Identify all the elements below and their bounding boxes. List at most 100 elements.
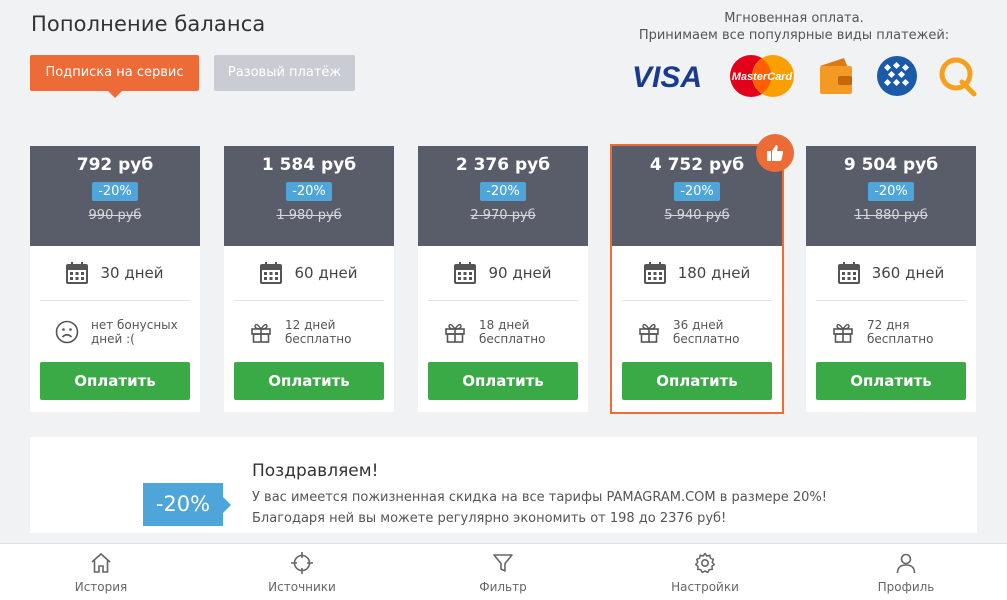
nav-profile[interactable]: Профиль xyxy=(846,544,966,600)
bonus-line1: 18 дней xyxy=(479,317,530,332)
thumbs-up-icon xyxy=(767,145,784,161)
bonus-row: нет бонусных дней :( xyxy=(30,301,200,362)
nav-settings[interactable]: Настройки xyxy=(645,544,765,600)
home-icon xyxy=(91,552,111,573)
calendar-icon xyxy=(260,262,283,284)
nav-history[interactable]: История xyxy=(41,544,161,600)
card-price: 9 504 руб xyxy=(843,155,939,175)
discount-badge: -20% xyxy=(286,182,332,201)
congrats-line1: У вас имеется пожизненная скидка на все … xyxy=(252,490,827,505)
old-price: 11 880 руб xyxy=(854,208,928,223)
nav-filter[interactable]: Фильтр xyxy=(443,544,563,600)
sad-face-icon xyxy=(55,320,79,343)
pay-button[interactable]: Оплатить xyxy=(234,362,384,400)
old-price: 1 980 руб xyxy=(276,208,342,223)
tariff-card-90: 2 376 руб -20% 2 970 руб 90 дней 18 дней… xyxy=(418,146,588,412)
congrats-line2: Благодаря ней вы можете регулярно эконом… xyxy=(252,511,727,526)
bonus-line2: дней :( xyxy=(91,331,135,346)
pay-button[interactable]: Оплатить xyxy=(622,362,772,400)
card-header: 792 руб -20% 990 руб xyxy=(30,146,200,246)
bonus-line1: 72 дня xyxy=(867,317,910,332)
old-price: 5 940 руб xyxy=(664,208,730,223)
mastercard-logo: MasterCard xyxy=(727,54,797,98)
discount-badge: -20% xyxy=(868,182,914,201)
bonus-line1: 36 дней xyxy=(673,317,724,332)
recommended-badge xyxy=(756,134,794,172)
old-price: 990 руб xyxy=(88,208,142,223)
calendar-icon xyxy=(454,262,477,284)
page-title: Пополнение баланса xyxy=(31,12,266,36)
wallet-logo xyxy=(816,54,856,98)
tab-subscription[interactable]: Подписка на сервис xyxy=(30,55,199,98)
discount-badge: -20% xyxy=(480,182,526,201)
svg-text:VISA: VISA xyxy=(632,61,702,94)
bonus-line2: бесплатно xyxy=(867,331,934,346)
days-label: 90 дней xyxy=(488,264,552,282)
bonus-line2: бесплатно xyxy=(479,331,546,346)
gift-icon xyxy=(445,323,465,343)
crosshair-icon xyxy=(291,552,313,574)
days-row: 180 дней xyxy=(622,246,772,301)
qiwi-logo xyxy=(938,54,978,98)
tab-one-time-payment[interactable]: Разовый платёж xyxy=(214,55,355,91)
days-row: 60 дней xyxy=(234,246,384,301)
card-price: 792 руб xyxy=(76,155,154,175)
user-icon xyxy=(896,553,916,574)
bonus-row: 72 дня бесплатно xyxy=(806,301,976,362)
discount-badge: -20% xyxy=(674,182,720,201)
card-header: 1 584 руб -20% 1 980 руб xyxy=(224,146,394,246)
bonus-line2: бесплатно xyxy=(285,331,352,346)
card-header: 9 504 руб -20% 11 880 руб xyxy=(806,146,976,246)
discount-badge: -20% xyxy=(92,182,138,201)
payment-info-line1: Мгновенная оплата. xyxy=(724,11,864,26)
bonus-line2: бесплатно xyxy=(673,331,740,346)
days-row: 30 дней xyxy=(40,246,190,301)
old-price: 2 970 руб xyxy=(470,208,536,223)
bonus-row: 36 дней бесплатно xyxy=(612,301,782,362)
bottom-navigation: История Источники Фильтр Настройки Профи… xyxy=(0,543,1007,600)
nav-sources[interactable]: Источники xyxy=(242,544,362,600)
days-label: 360 дней xyxy=(871,264,945,282)
bonus-row: 12 дней бесплатно xyxy=(224,301,394,362)
days-row: 90 дней xyxy=(428,246,578,301)
bonus-line1: 12 дней xyxy=(285,317,336,332)
lifetime-discount-panel: -20% Поздравляем! У вас имеется пожизнен… xyxy=(30,437,977,533)
nav-label: Фильтр xyxy=(479,580,527,594)
bonus-row: 18 дней бесплатно xyxy=(418,301,588,362)
payment-logos: VISA MasterCard xyxy=(626,54,978,98)
card-header: 2 376 руб -20% 2 970 руб xyxy=(418,146,588,246)
lifetime-discount-badge: -20% xyxy=(143,483,231,526)
payment-info-line2: Принимаем все популярные виды платежей: xyxy=(638,28,950,43)
pay-button[interactable]: Оплатить xyxy=(816,362,966,400)
calendar-icon xyxy=(66,262,89,284)
visa-logo: VISA xyxy=(626,54,708,98)
days-label: 180 дней xyxy=(677,264,751,282)
gift-icon xyxy=(639,323,659,343)
tariff-card-60: 1 584 руб -20% 1 980 руб 60 дней 12 дней… xyxy=(224,146,394,412)
tariff-card-180: 4 752 руб -20% 5 940 руб 180 дней 36 дне… xyxy=(610,144,784,414)
gift-icon xyxy=(251,323,271,343)
calendar-icon xyxy=(643,262,666,284)
card-header: 4 752 руб -20% 5 940 руб xyxy=(612,146,782,246)
tariff-card-30: 792 руб -20% 990 руб 30 дней нет бонусны… xyxy=(30,146,200,412)
nav-label: Источники xyxy=(268,580,336,594)
bonus-line1: нет бонусных xyxy=(91,317,178,332)
calendar-icon xyxy=(837,262,860,284)
pay-button[interactable]: Оплатить xyxy=(40,362,190,400)
pay-button[interactable]: Оплатить xyxy=(428,362,578,400)
gift-icon xyxy=(833,323,853,343)
days-label: 60 дней xyxy=(294,264,358,282)
nav-label: История xyxy=(74,580,128,594)
days-row: 360 дней xyxy=(816,246,966,301)
svg-text:MasterCard: MasterCard xyxy=(732,71,793,83)
filter-icon xyxy=(493,554,513,572)
tariff-card-360: 9 504 руб -20% 11 880 руб 360 дней 72 дн… xyxy=(806,146,976,412)
webmoney-logo xyxy=(875,54,919,98)
nav-label: Настройки xyxy=(671,580,739,594)
payment-info: Мгновенная оплата. Принимаем все популяр… xyxy=(629,10,959,44)
nav-label: Профиль xyxy=(877,580,935,594)
days-label: 30 дней xyxy=(100,264,164,282)
gear-icon xyxy=(694,552,716,574)
card-price: 1 584 руб xyxy=(261,155,357,175)
card-price: 2 376 руб xyxy=(455,155,551,175)
